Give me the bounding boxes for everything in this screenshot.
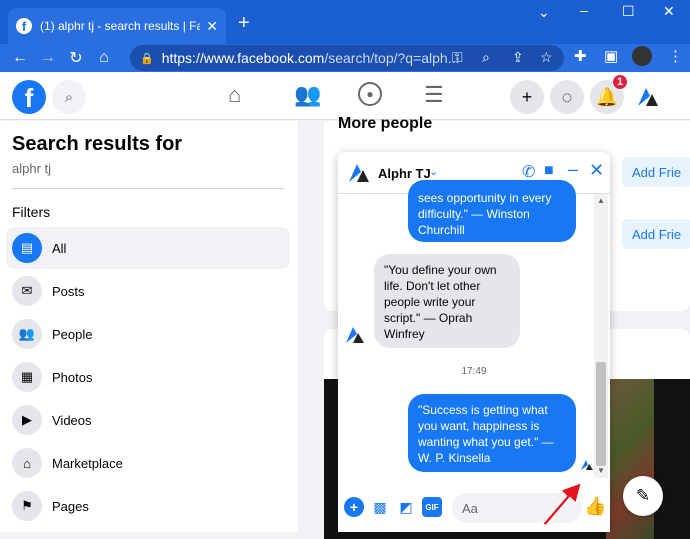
url-host: https://www.facebook.com	[161, 50, 325, 66]
red-arrow-annotation	[540, 480, 584, 528]
menu-icon[interactable]: ☰	[424, 82, 444, 108]
new-tab-button[interactable]: +	[238, 12, 250, 35]
new-message-button[interactable]: ✎	[623, 476, 663, 516]
notification-badge: 1	[612, 74, 628, 90]
browser-tab[interactable]: f (1) alphr tj - search results | Facebo…	[8, 8, 226, 44]
friends-icon[interactable]: 👥	[294, 82, 321, 108]
groups-icon[interactable]: ●	[358, 82, 382, 106]
sticker-icon[interactable]: ◩	[396, 497, 416, 517]
filter-videos[interactable]: ▶ Videos	[6, 399, 290, 441]
outgoing-message[interactable]: sees opportunity in every difficulty." —…	[408, 180, 576, 242]
maximize-button[interactable]: ☐	[622, 3, 635, 20]
close-window-button[interactable]: ✕	[663, 3, 675, 20]
chat-contact-name[interactable]: Alphr TJ	[378, 166, 431, 181]
filter-label: Marketplace	[52, 455, 123, 471]
filter-photos[interactable]: ▦ Photos	[6, 356, 290, 398]
call-icon[interactable]: ✆	[522, 162, 535, 182]
zoom-icon[interactable]: ⌕	[482, 49, 490, 66]
back-button[interactable]: ←	[6, 49, 34, 67]
filter-people[interactable]: 👥 People	[6, 313, 290, 355]
videos-icon: ▶	[12, 405, 42, 435]
browser-profile-avatar[interactable]	[632, 46, 652, 66]
chevron-down-icon[interactable]: ⌄	[429, 165, 438, 178]
filter-marketplace[interactable]: ⌂ Marketplace	[6, 442, 290, 484]
address-bar[interactable]: 🔒 https://www.facebook.com/search/top/?q…	[130, 45, 564, 71]
filter-label: People	[52, 326, 93, 342]
posts-icon: ✉	[12, 276, 42, 306]
lock-icon[interactable]: 🔒	[140, 52, 154, 65]
sender-avatar	[346, 327, 364, 343]
filter-posts[interactable]: ✉ Posts	[6, 270, 290, 312]
minimize-chat-icon[interactable]: –	[568, 159, 578, 180]
marketplace-icon: ⌂	[12, 448, 42, 478]
password-key-icon[interactable]: ⚿	[452, 49, 463, 66]
minimize-button[interactable]: –	[580, 2, 588, 18]
message-timestamp: 17:49	[461, 366, 487, 377]
gif-icon[interactable]: GIF	[422, 497, 442, 517]
pages-icon: ⚑	[12, 491, 42, 521]
all-icon: ▤	[12, 233, 42, 263]
messenger-icon[interactable]: ◌	[550, 80, 584, 114]
add-friend-button[interactable]: Add Frie	[622, 157, 690, 187]
more-actions-icon[interactable]: +	[344, 497, 364, 517]
reload-button[interactable]: ↻	[62, 48, 90, 68]
close-chat-icon[interactable]: ✕	[589, 160, 604, 181]
page-title: Search results for	[12, 133, 183, 155]
filter-all[interactable]: ▤ All	[6, 227, 290, 269]
browser-menu-icon[interactable]: ⋮	[668, 47, 683, 65]
scroll-down-arrow[interactable]: ▼	[597, 466, 605, 475]
divider	[12, 188, 284, 189]
tab-title: (1) alphr tj - search results | Facebook	[40, 19, 201, 33]
url-path: /search/top/?q=alph...	[324, 50, 460, 66]
facebook-logo[interactable]: f	[12, 80, 46, 114]
filter-label: Pages	[52, 498, 89, 514]
photo-icon[interactable]: ▩	[370, 497, 390, 517]
profile-avatar[interactable]	[630, 80, 664, 114]
section-title: More people	[338, 115, 433, 132]
photos-icon: ▦	[12, 362, 42, 392]
bookmark-star-icon[interactable]: ☆	[540, 49, 553, 66]
filters-heading: Filters	[12, 204, 51, 220]
chat-contact-avatar[interactable]	[346, 160, 372, 186]
people-icon: 👥	[12, 319, 42, 349]
facebook-favicon-icon: f	[16, 18, 32, 34]
extensions-icon[interactable]: ✚	[574, 47, 587, 65]
incoming-message[interactable]: "You define your own life. Don't let oth…	[374, 254, 520, 348]
filter-label: Videos	[52, 412, 92, 428]
close-tab-icon[interactable]: ✕	[206, 18, 218, 35]
search-filters-sidebar: Search results for alphr tj Filters ▤ Al…	[0, 121, 298, 532]
add-friend-button[interactable]: Add Frie	[622, 219, 690, 249]
search-query: alphr tj	[12, 161, 52, 176]
forward-button[interactable]: →	[34, 49, 62, 67]
share-icon[interactable]: ⇪	[512, 49, 524, 66]
filter-label: Posts	[52, 283, 85, 299]
facebook-header: f ⌕ ⌂ 👥 ● ☰ + ◌ 🔔	[0, 72, 690, 120]
outgoing-message[interactable]: "Success is getting what you want, happi…	[408, 394, 576, 472]
create-icon[interactable]: +	[510, 80, 544, 114]
sidebar-panel-icon[interactable]: ▣	[604, 47, 618, 65]
search-icon[interactable]: ⌕	[52, 80, 86, 114]
scrollbar-thumb[interactable]	[596, 362, 606, 466]
home-button[interactable]: ⌂	[90, 49, 118, 67]
home-icon[interactable]: ⌂	[228, 82, 241, 108]
tab-search-icon[interactable]: ⌄	[538, 4, 550, 21]
scroll-up-arrow[interactable]: ▲	[597, 196, 605, 205]
filter-label: All	[52, 240, 67, 256]
filter-label: Photos	[52, 369, 93, 385]
browser-tab-bar: f (1) alphr tj - search results | Facebo…	[0, 0, 690, 44]
filter-pages[interactable]: ⚑ Pages	[6, 485, 290, 527]
video-call-icon[interactable]: ■	[544, 162, 554, 180]
